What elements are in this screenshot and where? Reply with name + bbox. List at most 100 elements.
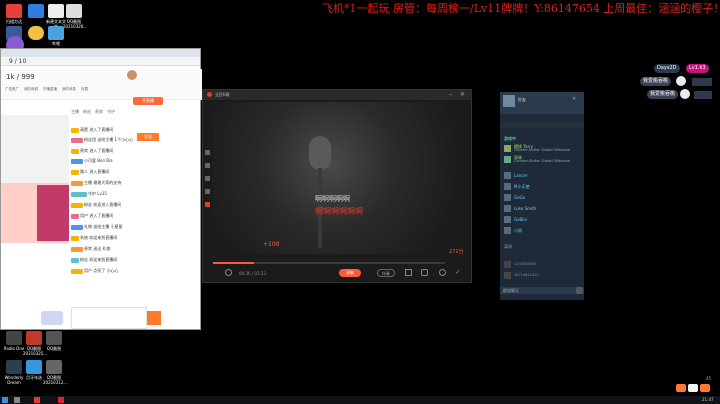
friend-row[interactable]: 1235628954: [502, 260, 582, 269]
start-icon[interactable]: [2, 397, 8, 403]
search-bar[interactable]: [500, 122, 584, 128]
close-icon[interactable]: ✕: [460, 91, 465, 98]
chat-input[interactable]: [71, 307, 147, 329]
loop-icon[interactable]: [439, 269, 446, 276]
pause-icon[interactable]: [225, 269, 232, 276]
chat-line: 小可爱 Bon Bia: [71, 158, 113, 164]
tool-icon[interactable]: [205, 189, 210, 194]
top-badge: Lv1.k3: [686, 64, 709, 73]
mode-button[interactable]: 伴奏: [377, 269, 395, 277]
minimize-icon[interactable]: –: [449, 91, 452, 98]
live-button[interactable]: 开直播: [133, 97, 163, 105]
friend-row[interactable]: 雨林 Counter-Strike: Global Offensive: [502, 155, 582, 164]
stream-app-window: 9 / 10 1k / 999 广告推广 我的商城 开播直播 我的消息 设置 开…: [0, 48, 202, 330]
dollar-icon: [676, 76, 686, 86]
time-elapsed: 00:36 / 03:23: [239, 271, 266, 276]
friend-row[interactable]: 1871064242U: [502, 271, 582, 280]
score-total: 271分: [449, 249, 464, 255]
top-user-pill: Days2D: [654, 64, 680, 73]
volume-level: 45: [706, 376, 712, 381]
chat-send-icon[interactable]: [147, 311, 161, 325]
lyric-next: 啊啊啊啊啊啊: [315, 207, 363, 216]
friend-row[interactable]: GoGo: [502, 193, 582, 202]
chat-line: 系统 欢迎来到直播间: [71, 235, 117, 241]
tool-icon[interactable]: [205, 163, 210, 168]
share-icon[interactable]: [405, 269, 412, 276]
rank-label: 我爱桃吞桃: [640, 77, 672, 86]
friend-row[interactable]: Lancer: [502, 171, 582, 180]
taskbar-app-icon[interactable]: [34, 397, 40, 403]
nav-tab[interactable]: 我的商城: [24, 87, 38, 95]
desktop-icon[interactable]: 扫描方达: [3, 4, 25, 24]
search-icon[interactable]: [14, 397, 20, 403]
gift-images: [37, 185, 69, 241]
tool-icon[interactable]: [205, 150, 210, 155]
user-count: 1k / 999: [6, 73, 35, 81]
app-logo-icon: [207, 92, 212, 97]
volume-icon[interactable]: [421, 269, 428, 276]
video-stage: [213, 102, 471, 254]
desktop-icon[interactable]: [25, 26, 47, 41]
rank-label: 我爱桃吞桃: [647, 90, 679, 99]
desktop-icon[interactable]: 月牙年选: [23, 360, 45, 380]
taskbar: 21:47: [0, 396, 720, 404]
desktop-icon[interactable]: Wonderly Dream: [3, 360, 25, 385]
player-titlebar[interactable]: [203, 90, 471, 100]
send-button[interactable]: 发送: [137, 133, 159, 141]
corner-icon[interactable]: [576, 287, 583, 294]
close-icon[interactable]: ✕: [572, 96, 576, 102]
nav-tab[interactable]: 广告推广: [5, 87, 19, 95]
chat-line: 路人 进入直播间: [71, 169, 109, 175]
friend-row[interactable]: 小雨: [502, 226, 582, 235]
chat-tab[interactable]: 贵宾: [95, 109, 103, 117]
chat-line: 守护 Lv15: [71, 191, 107, 197]
desktop-icon[interactable]: [25, 4, 47, 19]
karaoke-player-window: 全民K歌 – ✕ 啊啊啊啊啊 啊啊啊啊啊啊 +100 271分 00:36 / …: [202, 89, 472, 283]
desktop-icon[interactable]: QQ截图 20210312...: [43, 360, 67, 385]
tool-column: [205, 150, 211, 220]
group-chat-bar[interactable]: 群组聊天: [500, 287, 584, 294]
chat-line: 清楚 进入了直播间: [71, 127, 113, 133]
friend-row[interactable]: Luke Smith: [502, 204, 582, 213]
rank-stat: [694, 91, 712, 99]
lyric-current: 啊啊啊啊啊: [315, 195, 350, 203]
nav-tabs: 广告推广 我的商城 开播直播 我的消息 设置: [5, 87, 155, 95]
avatar[interactable]: [127, 70, 137, 80]
record-button[interactable]: 录制: [339, 269, 361, 277]
nav-tab[interactable]: 我的消息: [62, 87, 76, 95]
browser-tab-bar[interactable]: [1, 49, 200, 57]
desktop-icon[interactable]: 哔哩: [45, 26, 67, 46]
friend-row[interactable]: 樱桃 Terry Counter-Strike: Global Offensive: [502, 144, 582, 153]
player-title: 全民K歌: [215, 92, 230, 97]
score-label: +100: [263, 241, 280, 248]
tool-icon[interactable]: [205, 176, 210, 181]
sticker-icon[interactable]: [41, 311, 63, 325]
nav-tab[interactable]: 开播直播: [43, 87, 57, 95]
chat-line: 主播 谢谢大家的支持: [71, 180, 121, 186]
checkmark-icon[interactable]: ✓: [455, 268, 461, 276]
desktop-icon[interactable]: Radio One: [3, 331, 25, 351]
tray-app-icon[interactable]: [676, 384, 686, 392]
tray-app-icon[interactable]: [688, 384, 698, 392]
desktop-icon[interactable]: QQ截图 20210325...: [23, 331, 47, 356]
side-area: [1, 245, 69, 305]
chat-tabs: 主播 粉丝 贵宾 守护: [71, 109, 163, 117]
avatar[interactable]: [503, 95, 515, 107]
chat-tab[interactable]: 粉丝: [83, 109, 91, 117]
tray-app-icon[interactable]: [700, 384, 710, 392]
desktop-icon[interactable]: QQ截图: [43, 331, 65, 351]
steam-friends-window: 好友 ✕ 游戏中 樱桃 Terry Counter-Strike: Global …: [500, 92, 584, 300]
scrolling-marquee: 飞机*1一起玩 房管：每周榜一/Lv11牌牌！Y:86147654 上周最佳：涵…: [322, 2, 720, 15]
friend-row[interactable]: M小天使: [502, 182, 582, 191]
friend-row[interactable]: GoBlin: [502, 215, 582, 224]
microphone-image: [309, 136, 331, 170]
chat-line: 礼物 送给主播 小星星: [71, 224, 123, 230]
chat-line: 用户 点亮了 小心心: [71, 268, 119, 274]
chat-tab[interactable]: 守护: [107, 109, 115, 117]
taskbar-app-icon[interactable]: [58, 397, 64, 403]
address-bar[interactable]: [1, 57, 200, 66]
chat-tab[interactable]: 主播: [71, 109, 79, 117]
rank-stat: [692, 78, 712, 86]
tool-icon[interactable]: [205, 202, 210, 207]
nav-tab[interactable]: 设置: [81, 87, 88, 95]
